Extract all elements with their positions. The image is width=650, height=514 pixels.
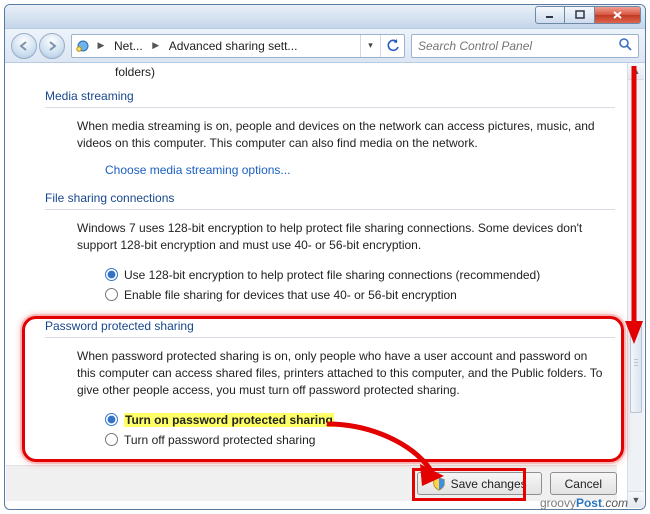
button-bar: Save changes Cancel bbox=[6, 465, 617, 501]
back-button[interactable] bbox=[11, 33, 37, 59]
search-box[interactable] bbox=[411, 34, 639, 58]
cancel-label: Cancel bbox=[565, 477, 602, 491]
save-changes-button[interactable]: Save changes bbox=[417, 472, 542, 495]
address-bar[interactable]: ▶ Net... ▶ Advanced sharing sett... ▾ bbox=[71, 34, 405, 58]
maximize-button[interactable] bbox=[565, 6, 595, 24]
forward-button[interactable] bbox=[39, 33, 65, 59]
close-button[interactable] bbox=[595, 6, 641, 24]
radio-pps-on-label: Turn on password protected sharing bbox=[124, 413, 334, 427]
prev-section-fragment: folders) bbox=[115, 65, 615, 79]
shield-icon bbox=[432, 477, 446, 491]
media-description: When media streaming is on, people and d… bbox=[77, 118, 609, 153]
section-heading-pps: Password protected sharing bbox=[45, 319, 615, 333]
fileconn-description: Windows 7 uses 128-bit encryption to hel… bbox=[77, 220, 609, 255]
radio-128bit-label: Use 128-bit encryption to help protect f… bbox=[124, 268, 540, 282]
chevron-right-icon[interactable]: ▶ bbox=[94, 35, 108, 57]
section-heading-fileconn: File sharing connections bbox=[45, 191, 615, 205]
radio-4056bit-input[interactable] bbox=[105, 288, 118, 301]
minimize-button[interactable] bbox=[535, 6, 565, 24]
control-panel-window: ▶ Net... ▶ Advanced sharing sett... ▾ ▲ … bbox=[4, 4, 646, 510]
radio-pps-off[interactable]: Turn off password protected sharing bbox=[105, 430, 615, 450]
radio-pps-off-input[interactable] bbox=[105, 433, 118, 446]
save-label: Save changes bbox=[451, 477, 527, 491]
search-icon[interactable] bbox=[618, 37, 632, 54]
titlebar bbox=[5, 5, 645, 29]
radio-pps-on-input[interactable] bbox=[105, 413, 118, 426]
search-input[interactable] bbox=[418, 39, 618, 53]
refresh-button[interactable] bbox=[380, 35, 404, 57]
radio-4056bit[interactable]: Enable file sharing for devices that use… bbox=[105, 285, 615, 305]
network-icon bbox=[72, 38, 94, 54]
breadcrumb-seg2[interactable]: Advanced sharing sett... bbox=[163, 35, 304, 57]
settings-body: folders) Media streaming When media stre… bbox=[5, 63, 645, 456]
radio-pps-on[interactable]: Turn on password protected sharing bbox=[105, 410, 615, 430]
navbar: ▶ Net... ▶ Advanced sharing sett... ▾ bbox=[5, 29, 645, 63]
watermark: groovyPost.com bbox=[540, 496, 628, 510]
breadcrumb-dropdown[interactable]: ▾ bbox=[360, 35, 380, 57]
radio-128bit[interactable]: Use 128-bit encryption to help protect f… bbox=[105, 265, 615, 285]
chevron-right-icon[interactable]: ▶ bbox=[149, 35, 163, 57]
media-streaming-link[interactable]: Choose media streaming options... bbox=[105, 163, 290, 177]
radio-4056bit-label: Enable file sharing for devices that use… bbox=[124, 288, 457, 302]
section-heading-media: Media streaming bbox=[45, 89, 615, 103]
radio-pps-off-label: Turn off password protected sharing bbox=[124, 433, 315, 447]
window-controls bbox=[535, 6, 641, 24]
breadcrumb-seg1[interactable]: Net... bbox=[108, 35, 149, 57]
pps-description: When password protected sharing is on, o… bbox=[77, 348, 609, 400]
radio-128bit-input[interactable] bbox=[105, 268, 118, 281]
cancel-button[interactable]: Cancel bbox=[550, 472, 617, 495]
